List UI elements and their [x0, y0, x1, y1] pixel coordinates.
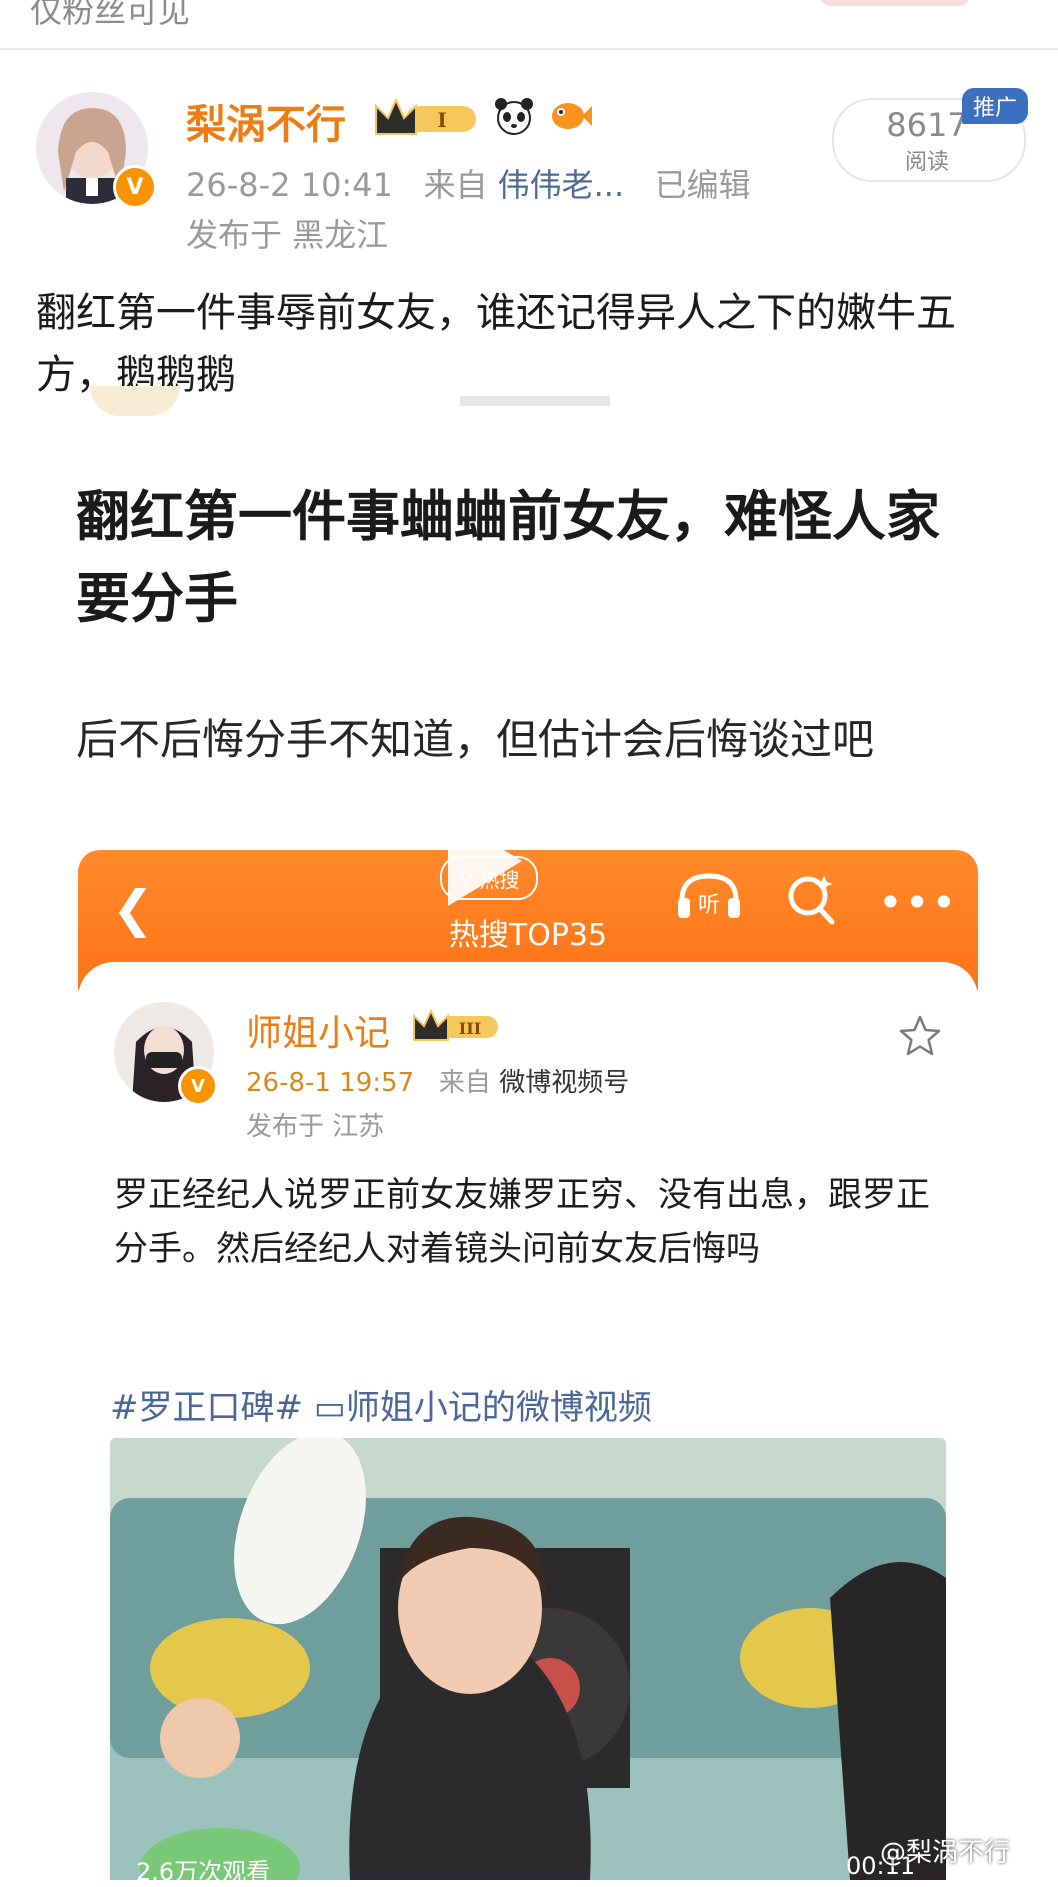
article-title: 翻红第一件事蛐蛐前女友，难怪人家要分手 [76, 485, 940, 630]
embedded-member-crown-icon[interactable]: III [412, 1008, 504, 1044]
video-view-count: 2.6万次观看 [136, 1858, 271, 1886]
video-thumbnail[interactable] [110, 1438, 946, 1880]
author-name[interactable]: 梨涡不行 [186, 92, 346, 150]
top-pill-decoration [820, 0, 970, 6]
card-top-curve [78, 962, 978, 1042]
listen-headphone-icon[interactable]: 听 [674, 868, 744, 924]
embedded-screenshot[interactable]: ❮ ⚲ 热搜 热搜TOP35 听 ••• V 师姐小记 III 26-8-1 1… [78, 850, 978, 1880]
read-label: 阅读 [904, 150, 949, 175]
edited-label: 已编辑 [654, 166, 751, 204]
back-chevron-icon[interactable]: ❮ [112, 880, 154, 938]
search-icon[interactable] [784, 872, 840, 928]
top-bar: 仅粉丝可见 [0, 0, 1058, 50]
cut-avatar-decoration [90, 386, 180, 416]
post-meta: 26-8-2 10:41 来自 伟伟老... 已编辑 [186, 160, 751, 206]
favorite-star-icon[interactable] [898, 1014, 942, 1058]
promo-badge: 推广 [962, 88, 1028, 124]
visibility-label: 仅粉丝可见 [30, 0, 191, 30]
listen-label: 听 [698, 893, 720, 918]
embedded-source-link[interactable]: 微博视频号 [499, 1068, 629, 1098]
member-level: I [437, 108, 446, 132]
embedded-member-level: III [459, 1019, 481, 1038]
cut-text-decoration [460, 396, 610, 406]
verified-v-icon: V [113, 165, 157, 209]
fish-badge-icon[interactable] [548, 98, 592, 134]
embedded-post-time: 26-8-1 19:57 [246, 1068, 415, 1098]
weibo-watermark: @梨涡不行 [880, 1838, 1011, 1868]
post-text: 翻红第一件事辱前女友，谁还记得异人之下的嫩牛五方，鹅鹅鹅 [36, 290, 956, 398]
embedded-verified-v-icon: V [178, 1066, 218, 1106]
panda-badge-icon[interactable] [492, 96, 536, 136]
member-crown-icon[interactable]: I [372, 96, 484, 140]
embedded-from-label: 来自 [438, 1068, 491, 1098]
topic-tags-link[interactable]: #罗正口碑# ▭师姐小记的微博视频 [110, 1380, 652, 1429]
post-source-link[interactable]: 伟伟老... [498, 166, 625, 204]
embedded-post-meta: 26-8-1 19:57 来自 微博视频号 [246, 1062, 629, 1099]
embedded-post-text: 罗正经纪人说罗正前女友嫌罗正穷、没有出息，跟罗正分手。然后经纪人对着镜头问前女友… [114, 1175, 930, 1269]
post-time: 26-8-2 10:41 [186, 166, 393, 204]
more-dots-icon[interactable]: ••• [878, 878, 958, 927]
article-subtitle: 后不后悔分手不知道，但估计会后悔谈过吧 [76, 715, 875, 764]
embedded-author-name[interactable]: 师姐小记 [246, 1004, 390, 1056]
post-location: 发布于 黑龙江 [186, 216, 389, 254]
play-button-icon[interactable] [418, 802, 536, 920]
embedded-post-location: 发布于 江苏 [246, 1112, 385, 1142]
from-label: 来自 [423, 166, 488, 204]
